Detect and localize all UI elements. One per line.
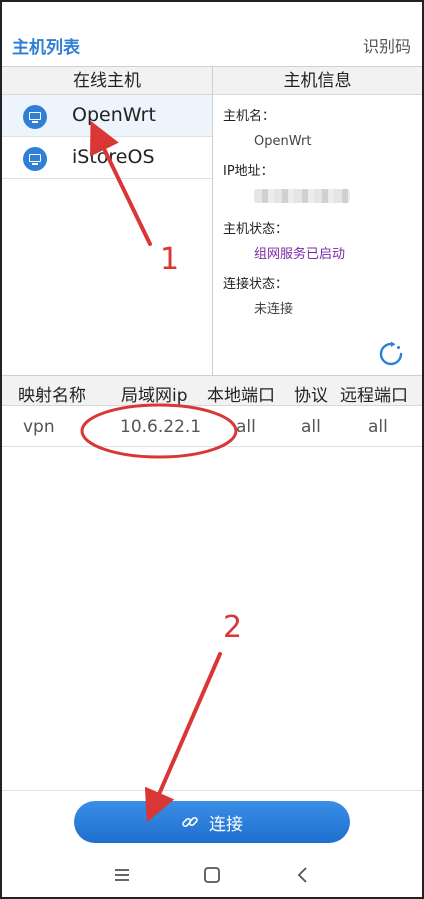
column-header: 局域网ip	[121, 386, 188, 406]
computer-icon	[23, 147, 47, 171]
host-name: OpenWrt	[72, 104, 156, 126]
bottom-divider	[0, 790, 424, 791]
host-info-panel: 主机信息 主机名： OpenWrt IP地址： 主机状态： 组网服务已启动 连接…	[213, 67, 422, 375]
host-status-value: 组网服务已启动	[254, 247, 346, 262]
ip-label: IP地址：	[223, 164, 274, 179]
table-cell: all	[236, 417, 256, 437]
annotation-label-2: 2	[223, 610, 243, 645]
back-icon[interactable]	[292, 864, 314, 886]
host-status-label: 主机状态：	[223, 222, 289, 237]
mapping-table-header: 映射名称 局域网ip 本地端口 协议 远程端口	[2, 376, 422, 406]
connect-button[interactable]: 连接	[74, 801, 350, 843]
table-cell: all	[301, 417, 321, 437]
table-cell: 10.6.22.1	[120, 417, 202, 437]
identification-code-button[interactable]: 识别码	[363, 33, 411, 57]
ip-value-redacted	[254, 189, 422, 208]
online-hosts-panel: 在线主机 OpenWrt iStoreOS	[2, 67, 212, 375]
column-header: 本地端口	[207, 386, 275, 406]
connection-status-label: 连接状态：	[223, 277, 289, 292]
host-info-header: 主机信息	[213, 67, 422, 95]
online-hosts-header: 在线主机	[2, 67, 212, 95]
host-item-istoreos[interactable]: iStoreOS	[2, 137, 212, 179]
menu-icon[interactable]	[111, 864, 133, 886]
home-icon[interactable]	[201, 864, 223, 886]
refresh-icon[interactable]	[378, 341, 404, 367]
connect-button-label: 连接	[209, 814, 243, 835]
column-header: 协议	[294, 386, 328, 406]
app-header: 主机列表 识别码	[0, 0, 424, 66]
link-icon	[182, 817, 198, 827]
computer-icon	[23, 105, 47, 129]
table-cell: all	[368, 417, 388, 437]
table-cell: vpn	[23, 417, 55, 437]
connection-status-value: 未连接	[254, 302, 294, 317]
host-name: iStoreOS	[72, 146, 155, 168]
system-nav-bar	[2, 852, 422, 897]
column-header: 映射名称	[18, 386, 86, 406]
hostname-value: OpenWrt	[254, 134, 312, 149]
hostname-label: 主机名：	[223, 109, 276, 124]
annotation-label-1: 1	[160, 242, 180, 277]
page-title: 主机列表	[12, 38, 80, 58]
column-header: 远程端口	[340, 386, 408, 406]
table-row[interactable]: vpn 10.6.22.1 all all all	[2, 407, 422, 447]
host-item-openwrt[interactable]: OpenWrt	[2, 95, 212, 137]
